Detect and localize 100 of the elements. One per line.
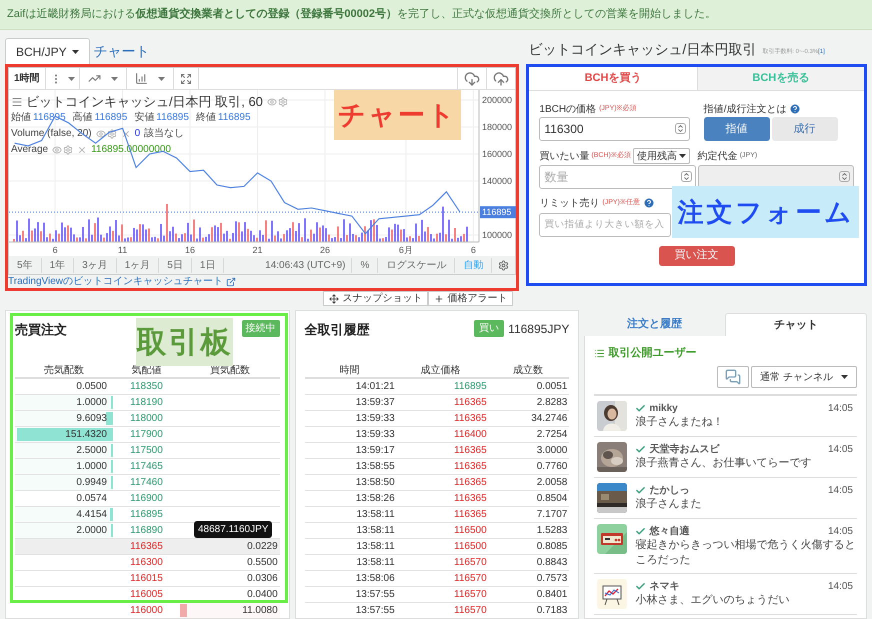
panel-title: 全取引履歴 xyxy=(304,321,370,339)
order-book-row[interactable]: 0.0574 116900 xyxy=(15,491,280,507)
price: 118000 xyxy=(129,412,164,426)
public-users-link[interactable]: 取引公開ユーザー xyxy=(608,344,696,362)
plus-icon xyxy=(434,294,444,304)
message-text: 浪子燕青さん、お仕事いてらーです xyxy=(635,456,812,471)
help-icon[interactable] xyxy=(642,197,655,209)
list-icon xyxy=(594,348,606,358)
spinner-icon[interactable] xyxy=(674,123,686,134)
menu-icon[interactable] xyxy=(11,96,23,108)
order-type-button[interactable]: 指値 xyxy=(704,117,770,141)
spinner-icon[interactable] xyxy=(839,171,850,182)
status-badge: 接続中 xyxy=(242,320,280,337)
order-book-row[interactable]: 9.6093 118000 xyxy=(15,411,280,427)
field-label: 1BCHの価格 xyxy=(539,102,596,116)
sell-quantity: 151.4320 xyxy=(65,428,107,442)
order-book-row[interactable]: 4.4154 116895 xyxy=(15,507,280,523)
chart-action-button[interactable]: 価格アラート xyxy=(428,291,514,306)
settings-icon[interactable] xyxy=(498,260,510,270)
close-icon[interactable] xyxy=(77,145,88,155)
scale-option[interactable]: % xyxy=(352,258,378,272)
order-book-row[interactable]: 116300 0.5500 xyxy=(15,555,280,571)
buy-quantity: 0.5500 xyxy=(247,556,278,570)
legend-value: 116895 xyxy=(218,111,251,125)
settings-icon[interactable] xyxy=(278,97,288,107)
buy-quantity: 0.0306 xyxy=(247,572,278,586)
trade-time: 13:57:55 xyxy=(354,604,395,618)
scale-option[interactable]: ログスケール xyxy=(378,258,456,272)
price: 117500 xyxy=(129,444,164,458)
trade-price: 116570 xyxy=(453,604,487,618)
cloud-upload-icon[interactable] xyxy=(493,70,510,86)
cloud-download-icon[interactable] xyxy=(464,70,480,86)
side-badge: 買い xyxy=(474,320,504,337)
balance-dropdown[interactable]: 使用残高 xyxy=(632,148,690,164)
chart-title: ビットコインキャッシュ/日本円 取引, 60 xyxy=(26,94,263,110)
price: 117900 xyxy=(129,428,164,442)
panel-title: 売買注文 xyxy=(15,321,67,339)
settings-icon[interactable] xyxy=(106,129,117,139)
trade-time: 13:58:11 xyxy=(355,508,395,522)
close-icon[interactable] xyxy=(120,129,131,139)
order-book-row[interactable]: 116365 0.0229 xyxy=(15,539,280,555)
user-name: ネマキ xyxy=(649,580,680,594)
order-book-row[interactable]: 2.5000 117500 xyxy=(15,443,280,459)
range-button[interactable]: 5年 xyxy=(9,258,42,272)
trade-time: 13:58:11 xyxy=(355,556,395,570)
order-book-row[interactable]: 116015 0.0306 xyxy=(15,571,280,587)
help-icon[interactable] xyxy=(789,103,802,115)
trade-price: 116365 xyxy=(453,476,487,490)
buy-order-button[interactable]: 買い注文 xyxy=(658,246,735,266)
range-button[interactable]: 3ヶ月 xyxy=(74,258,117,272)
interval-button[interactable]: 1時間 xyxy=(9,68,46,89)
trade-amount: 3.0000 xyxy=(536,444,568,458)
axis-label: 16 xyxy=(185,245,196,255)
chat-button[interactable] xyxy=(717,366,750,388)
message-time: 14:05 xyxy=(828,484,854,498)
tradingview-link[interactable]: TradingViewのビットコインキャッシュチャート xyxy=(8,274,224,289)
range-button[interactable]: 1ヶ月 xyxy=(116,258,160,272)
axis-label: 26 xyxy=(320,245,330,255)
trade-amount: 2.0058 xyxy=(536,476,568,490)
legend-value: 116895 xyxy=(156,111,189,125)
trade-amount: 0.7183 xyxy=(536,604,568,618)
price: 116895 xyxy=(129,508,164,522)
price: 116365 xyxy=(129,540,164,554)
limit-field[interactable]: 買い指値より大きい額を入 xyxy=(539,212,672,236)
range-button[interactable]: 1日 xyxy=(192,258,224,272)
order-book-row[interactable]: 1.0000 118190 xyxy=(15,395,280,411)
channel-dropdown[interactable]: 通常 チャンネル xyxy=(751,366,857,388)
trade-amount: 0.7573 xyxy=(536,572,568,586)
order-book-row[interactable]: 0.9949 117460 xyxy=(15,475,280,491)
order-book-row[interactable]: 151.4320 117900 xyxy=(15,427,280,443)
range-button[interactable]: 1年 xyxy=(42,258,74,272)
eye-icon[interactable] xyxy=(96,129,106,139)
pair-selector[interactable]: BCH/JPY xyxy=(5,38,90,64)
range-button[interactable]: 5日 xyxy=(159,258,192,272)
trade-time: 13:59:17 xyxy=(354,444,395,458)
eye-icon[interactable] xyxy=(266,97,277,107)
settings-icon[interactable] xyxy=(63,145,74,155)
order-book-row[interactable]: 0.0500 118350 xyxy=(15,379,280,395)
trade-amount: 1.5283 xyxy=(536,524,568,538)
caret-icon xyxy=(72,50,79,54)
fullscreen-icon[interactable] xyxy=(180,72,192,84)
legend-label: 始値 xyxy=(11,111,31,125)
chart-action-button[interactable]: スナップショット xyxy=(323,291,428,306)
price-field[interactable]: 116300 xyxy=(539,117,690,141)
message-text: 浪子さんまた xyxy=(635,497,702,512)
ref-line-label: 116895 xyxy=(482,207,512,218)
spinner-icon[interactable] xyxy=(680,171,692,182)
price: 118350 xyxy=(129,380,164,394)
column-header: 売気配数 xyxy=(43,364,85,378)
chart-link[interactable]: チャート xyxy=(94,41,150,64)
chat-tab[interactable]: チャット xyxy=(724,313,867,336)
user-name: 悠々自適 xyxy=(649,524,690,538)
bar-chart-icon[interactable] xyxy=(134,72,148,85)
axis-label: 160000 xyxy=(482,148,512,159)
order-type-button[interactable]: 成行 xyxy=(772,117,838,141)
eye-icon[interactable] xyxy=(52,145,62,155)
chat-tab[interactable]: 注文と履歴 xyxy=(584,313,725,336)
order-book-row[interactable]: 1.0000 117465 xyxy=(15,459,280,475)
amount-field[interactable]: 数量 xyxy=(539,165,696,189)
price: 116015 xyxy=(129,572,164,586)
